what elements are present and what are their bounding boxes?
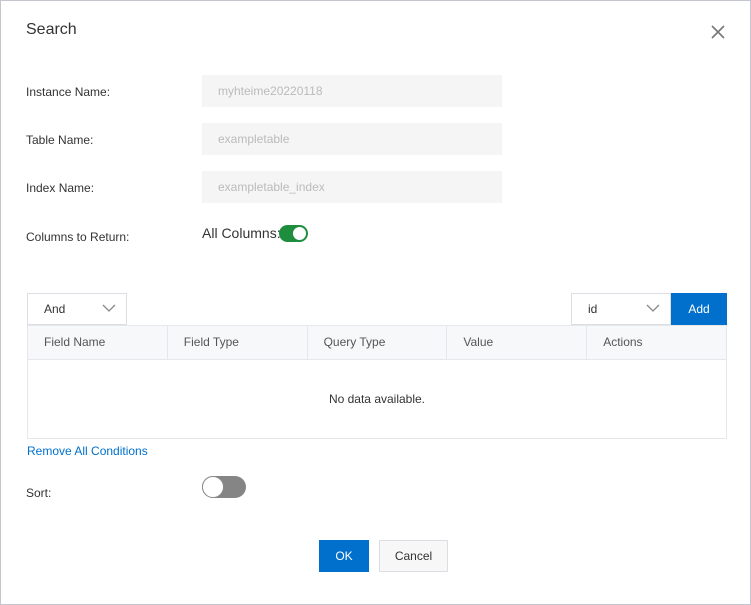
sort-toggle[interactable] [202, 476, 246, 498]
toggle-knob [293, 227, 306, 240]
table-name-label: Table Name: [26, 133, 94, 147]
chevron-down-icon [646, 304, 660, 312]
index-name-field[interactable]: exampletable_index [202, 171, 502, 203]
index-name-label: Index Name: [26, 181, 95, 195]
column-header-field-type: Field Type [168, 326, 308, 359]
dialog-title: Search [26, 21, 77, 38]
close-button[interactable] [709, 23, 727, 41]
table-header: Field Name Field Type Query Type Value A… [28, 326, 726, 360]
close-icon [711, 25, 725, 39]
search-dialog: Search Instance Name: myhteime20220118 T… [0, 0, 751, 605]
empty-state: No data available. [328, 392, 426, 406]
chevron-down-icon [102, 304, 116, 312]
cancel-button[interactable]: Cancel [379, 540, 448, 572]
columns-to-return-label: Columns to Return: [26, 230, 130, 244]
logic-operator-value: And [44, 302, 66, 316]
field-select-value: id [588, 302, 598, 316]
instance-name-label: Instance Name: [26, 85, 111, 99]
column-header-query-type: Query Type [308, 326, 448, 359]
instance-name-field[interactable]: myhteime20220118 [202, 75, 502, 107]
ok-button[interactable]: OK [319, 540, 369, 572]
toggle-knob [202, 476, 224, 498]
conditions-table: Field Name Field Type Query Type Value A… [27, 325, 727, 439]
table-name-field[interactable]: exampletable [202, 123, 502, 155]
sort-label: Sort: [26, 486, 52, 500]
column-header-actions: Actions [603, 335, 643, 349]
field-select[interactable]: id [571, 293, 671, 325]
logic-operator-select[interactable]: And [27, 293, 127, 325]
all-columns-toggle[interactable] [279, 225, 308, 242]
column-header-field-name: Field Name [28, 326, 168, 359]
all-columns-label: All Columns: [202, 225, 281, 241]
add-condition-button[interactable]: Add [671, 293, 727, 325]
remove-all-conditions-link[interactable]: Remove All Conditions [27, 444, 148, 458]
column-header-value: Value [447, 326, 588, 359]
